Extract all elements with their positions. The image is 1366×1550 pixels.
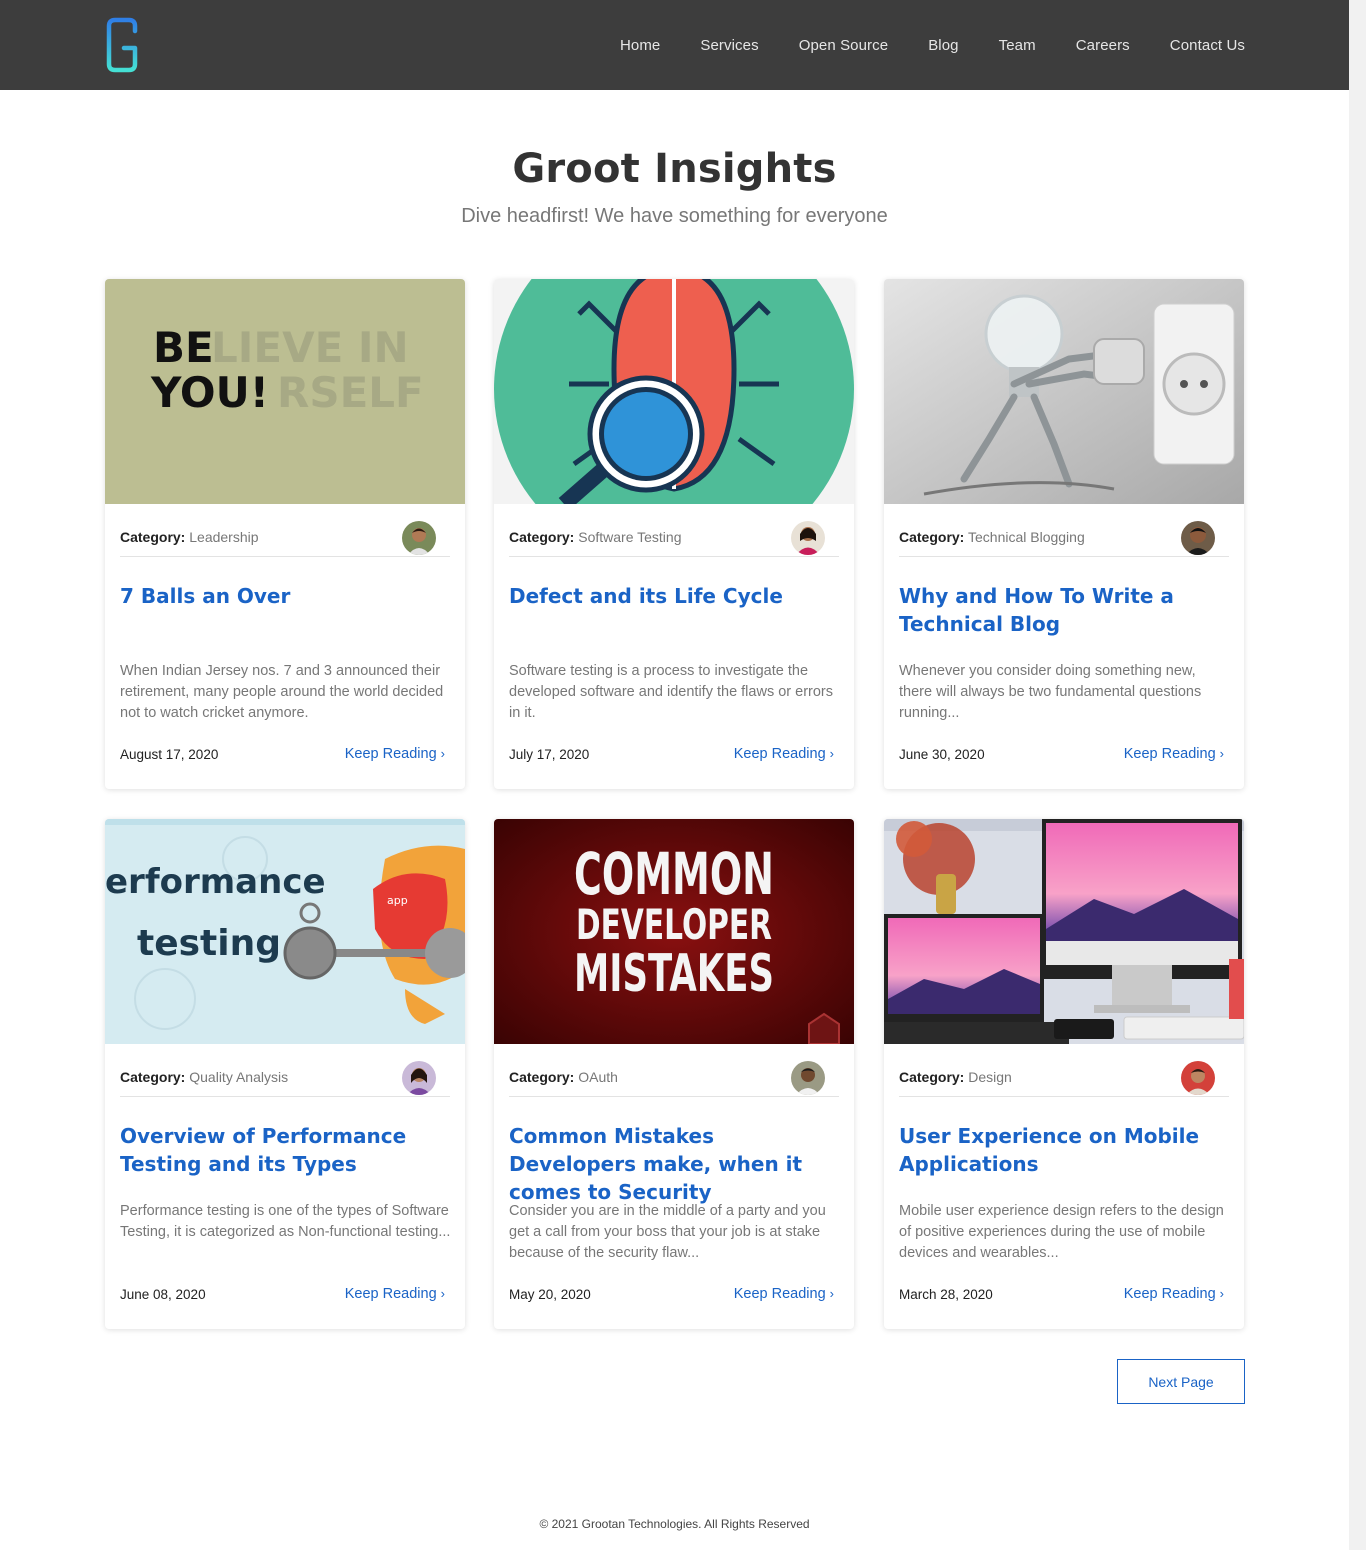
category-value[interactable]: Leadership: [189, 529, 258, 545]
post-title-link[interactable]: User Experience on Mobile Applications: [899, 1122, 1232, 1178]
svg-text:app: app: [387, 894, 408, 907]
category-label: Category: Technical Blogging: [899, 529, 1085, 545]
svg-text:YOU!: YOU!: [150, 368, 269, 417]
page-subtitle: Dive headfirst! We have something for ev…: [461, 205, 888, 227]
svg-text:COMMON: COMMON: [574, 840, 774, 908]
post-date: June 08, 2020: [120, 1287, 206, 1302]
lightbulb-robot-plug-image[interactable]: [884, 279, 1244, 504]
blog-card[interactable]: BE LIEVE IN YOU! RSELF Category: Leaders…: [105, 279, 465, 789]
nav-blog[interactable]: Blog: [928, 37, 958, 54]
card-meta: Category: Quality Analysis: [120, 1061, 450, 1097]
common-developer-mistakes-image[interactable]: COMMON DEVELOPER MISTAKES: [494, 819, 854, 1044]
nav-careers[interactable]: Careers: [1076, 37, 1130, 54]
keep-reading-link[interactable]: Keep Reading ›: [734, 1286, 834, 1302]
author-avatar[interactable]: [791, 521, 825, 555]
blog-card[interactable]: Category: Software Testing Defect and it…: [494, 279, 854, 789]
post-title-link[interactable]: 7 Balls an Over: [120, 582, 453, 610]
card-meta: Category: Design: [899, 1061, 1229, 1097]
card-meta: Category: Leadership: [120, 521, 450, 557]
svg-text:DEVELOPER: DEVELOPER: [576, 900, 772, 949]
post-title-link[interactable]: Defect and its Life Cycle: [509, 582, 842, 610]
top-navbar: Home Services Open Source Blog Team Care…: [0, 0, 1349, 90]
post-title-link[interactable]: Why and How To Write a Technical Blog: [899, 582, 1232, 638]
author-avatar[interactable]: [402, 521, 436, 555]
chevron-right-icon: ›: [1219, 746, 1224, 761]
chevron-right-icon: ›: [829, 1286, 834, 1301]
main-menu: Home Services Open Source Blog Team Care…: [580, 0, 1245, 90]
keep-reading-link[interactable]: Keep Reading ›: [1124, 1286, 1224, 1302]
believe-in-yourself-image[interactable]: BE LIEVE IN YOU! RSELF: [105, 279, 465, 504]
page-title: Groot Insights: [512, 146, 837, 192]
svg-text:LIEVE IN: LIEVE IN: [211, 323, 409, 372]
svg-text:erformance: erformance: [105, 862, 326, 902]
post-excerpt: Whenever you consider doing something ne…: [899, 663, 1202, 721]
author-avatar[interactable]: [402, 1061, 436, 1095]
keep-reading-link[interactable]: Keep Reading ›: [734, 746, 834, 762]
blog-card[interactable]: Category: Technical Blogging Why and How…: [884, 279, 1244, 789]
chevron-right-icon: ›: [440, 746, 445, 761]
chevron-right-icon: ›: [829, 746, 834, 761]
category-label: Category: Software Testing: [509, 529, 682, 545]
category-label: Category: Quality Analysis: [120, 1069, 289, 1085]
performance-testing-image[interactable]: erformance testing app: [105, 819, 465, 1044]
post-excerpt: When Indian Jersey nos. 7 and 3 announce…: [120, 663, 444, 721]
nav-team[interactable]: Team: [999, 37, 1036, 54]
post-date: July 17, 2020: [509, 747, 590, 762]
svg-text:BE: BE: [153, 323, 214, 372]
post-date: June 30, 2020: [899, 747, 985, 762]
nav-services[interactable]: Services: [700, 37, 758, 54]
blog-card[interactable]: erformance testing app Category: Quality…: [105, 819, 465, 1329]
card-meta: Category: OAuth: [509, 1061, 839, 1097]
nav-contact-us[interactable]: Contact Us: [1170, 37, 1245, 54]
post-excerpt: Mobile user experience design refers to …: [899, 1203, 1224, 1261]
chevron-right-icon: ›: [440, 1286, 445, 1301]
author-avatar[interactable]: [1181, 521, 1215, 555]
keep-reading-link[interactable]: Keep Reading ›: [345, 1286, 445, 1302]
svg-text:MISTAKES: MISTAKES: [574, 944, 774, 1004]
footer-copyright: © 2021 Grootan Technologies. All Rights …: [539, 1517, 810, 1531]
keep-reading-link[interactable]: Keep Reading ›: [345, 746, 445, 762]
category-label: Category: OAuth: [509, 1069, 618, 1085]
next-page-button[interactable]: Next Page: [1117, 1359, 1245, 1404]
card-meta: Category: Technical Blogging: [899, 521, 1229, 557]
author-avatar[interactable]: [1181, 1061, 1215, 1095]
author-avatar[interactable]: [791, 1061, 825, 1095]
post-excerpt: Performance testing is one of the types …: [120, 1203, 451, 1240]
category-value[interactable]: OAuth: [578, 1069, 618, 1085]
chevron-right-icon: ›: [1219, 1286, 1224, 1301]
category-value[interactable]: Software Testing: [578, 529, 681, 545]
keep-reading-link[interactable]: Keep Reading ›: [1124, 746, 1224, 762]
desk-devices-image[interactable]: [884, 819, 1244, 1044]
post-title-link[interactable]: Common Mistakes Developers make, when it…: [509, 1122, 842, 1206]
post-excerpt: Software testing is a process to investi…: [509, 663, 834, 721]
category-label: Category: Design: [899, 1069, 1012, 1085]
post-date: May 20, 2020: [509, 1287, 591, 1302]
bug-magnifier-image[interactable]: [494, 279, 854, 504]
category-value[interactable]: Quality Analysis: [189, 1069, 288, 1085]
post-excerpt: Consider you are in the middle of a part…: [509, 1203, 826, 1261]
category-value[interactable]: Technical Blogging: [968, 529, 1085, 545]
grootan-logo[interactable]: [104, 17, 140, 73]
blog-card[interactable]: COMMON DEVELOPER MISTAKES Category: OAut…: [494, 819, 854, 1329]
post-date: August 17, 2020: [120, 747, 219, 762]
blog-card[interactable]: Category: Design User Experience on Mobi…: [884, 819, 1244, 1329]
nav-open-source[interactable]: Open Source: [799, 37, 889, 54]
post-date: March 28, 2020: [899, 1287, 993, 1302]
category-value[interactable]: Design: [968, 1069, 1012, 1085]
nav-home[interactable]: Home: [620, 37, 660, 54]
svg-text:RSELF: RSELF: [277, 368, 424, 417]
category-label: Category: Leadership: [120, 529, 259, 545]
page-scrollbar[interactable]: [1349, 0, 1366, 1550]
card-meta: Category: Software Testing: [509, 521, 839, 557]
post-title-link[interactable]: Overview of Performance Testing and its …: [120, 1122, 453, 1178]
logo-g-icon: [106, 17, 138, 73]
svg-text:testing: testing: [137, 923, 281, 964]
